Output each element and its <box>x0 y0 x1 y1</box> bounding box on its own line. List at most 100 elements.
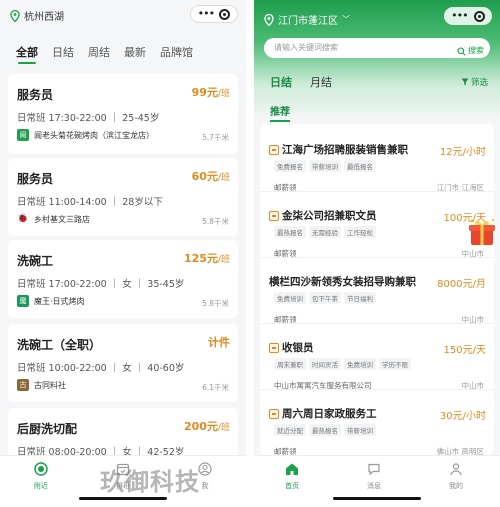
job-tags: 就近分配 最热报名 带薪培训 <box>274 424 376 436</box>
job-title-text: 横栏四沙新领秀女装招导购兼职 <box>269 276 416 288</box>
job-badge-icon <box>269 342 279 353</box>
job-item[interactable]: 收银员 150元/天 周末兼职 时间灵活 免费培训 学历不限 中山市寓寓汽车服务… <box>260 326 494 390</box>
job-schedule: 日常班 10:00-22:00 ｜ 女 ｜ 40-60岁 <box>17 363 185 374</box>
job-schedule: 日常班 11:00-14:00 ｜ 28岁以下 <box>17 197 163 208</box>
job-tag: 无需经验 <box>309 226 341 238</box>
job-tag: 免费报名 <box>274 160 306 172</box>
job-item[interactable]: 金柒公司招兼职文员 100元/天 最热报名 无需经验 工作轻松 邮薪领 中山市 <box>260 194 494 258</box>
job-pay: 30元/小时 <box>439 411 486 422</box>
job-item[interactable]: 江海广场招聘服装销售兼职 12元/小时 免费报名 带薪培训 最低报名 邮薪领 江… <box>260 128 494 192</box>
more-icon[interactable]: ••• <box>198 8 215 19</box>
tab-latest[interactable]: 最新 <box>124 44 146 60</box>
job-title: 服务员 <box>17 88 54 102</box>
location-selector[interactable]: 杭州西湖 <box>10 8 64 23</box>
job-tag: 时间灵活 <box>309 358 341 370</box>
shop-name: 古同料社 <box>34 380 66 390</box>
job-area: 江门市 江海区 <box>436 183 484 192</box>
more-icon[interactable]: ••• <box>451 10 468 21</box>
nav-label: 附近 <box>34 482 48 490</box>
job-pay: 150元/天 <box>443 345 486 356</box>
home-indicator[interactable] <box>333 497 421 500</box>
job-area: 中山市 <box>461 249 485 258</box>
chevron-down-icon: ﹀ <box>342 15 350 24</box>
nav-home[interactable]: 首页 <box>272 462 312 491</box>
job-item[interactable]: 横栏四沙新领秀女装招导购兼职 8000元/月 免费培训 包下午茶 节日福利 邮薪… <box>260 260 494 324</box>
job-salary: 200元/班 <box>184 418 230 434</box>
recommend-tab[interactable]: 推荐 <box>270 103 290 122</box>
tab-brand[interactable]: 品牌馆 <box>160 44 193 60</box>
profile-icon <box>198 462 212 476</box>
job-title: 洗碗工（全职） <box>17 338 102 352</box>
tab-daily-settle[interactable]: 日结 <box>270 74 292 90</box>
category-tabs: 全部 日结 周结 最新 品牌馆 <box>16 44 193 64</box>
close-mini-program-icon[interactable] <box>473 10 485 22</box>
mini-program-capsule[interactable]: ••• <box>190 5 238 23</box>
shop-info: 魔魔王·日式烤肉 <box>17 295 85 307</box>
close-mini-program-icon[interactable] <box>219 8 231 20</box>
job-badge-icon <box>269 144 279 155</box>
filter-button[interactable]: 筛选 <box>461 76 488 88</box>
tab-monthly-settle[interactable]: 月结 <box>310 74 332 90</box>
salary-amount: 200元 <box>183 420 218 433</box>
search-button-label: 搜索 <box>468 46 484 55</box>
job-salary: 99元/班 <box>192 84 230 100</box>
search-placeholder: 请输入关键词搜索 <box>274 43 338 52</box>
job-tags: 最热报名 无需经验 工作轻松 <box>274 226 376 238</box>
red-packet-gift-icon[interactable] <box>466 216 498 248</box>
job-title: 后厨洗切配 <box>17 422 78 436</box>
job-company: 中山市寓寓汽车服务有限公司 <box>274 381 372 390</box>
salary-amount: 计件 <box>208 336 230 349</box>
job-distance: 5.8千米 <box>202 217 229 226</box>
shop-info: 🐞 乡村基文三路店 <box>17 213 90 225</box>
settlement-tabs: 日结 月结 <box>270 74 332 90</box>
salary-unit: /班 <box>217 173 230 183</box>
job-tag: 周末兼职 <box>274 358 306 370</box>
job-tag: 免费培训 <box>344 358 376 370</box>
nav-label: 我的 <box>449 482 463 490</box>
job-company: 邮薪领 <box>274 183 297 192</box>
home-icon <box>286 463 298 475</box>
search-input[interactable]: 请输入关键词搜索 搜索 <box>264 38 490 58</box>
left-top-bar: 杭州西湖 ••• <box>0 0 246 38</box>
search-icon <box>457 46 466 56</box>
nav-mine[interactable]: 我的 <box>436 462 476 491</box>
job-title: 服务员 <box>17 172 54 186</box>
tab-daily[interactable]: 日结 <box>52 44 74 60</box>
city-selector[interactable]: 江门市蓬江区 ﹀ <box>264 12 350 27</box>
job-card[interactable]: 服务员 99元/班 日常班 17:30-22:00 ｜ 25-45岁 阆阆老头菊… <box>8 74 238 154</box>
nav-nearby[interactable]: 附近 <box>21 462 61 491</box>
job-tag: 免费培训 <box>274 292 306 304</box>
job-tag: 带薪培训 <box>309 160 341 172</box>
job-distance: 5.7千米 <box>202 133 229 142</box>
job-tag: 工作轻松 <box>344 226 376 238</box>
right-bottom-nav: 首页 消息 我的 <box>254 455 500 507</box>
shop-name: 阆老头菊花碗烤肉（滨江宝龙店） <box>34 130 154 140</box>
job-schedule: 日常班 17:30-22:00 ｜ 25-45岁 <box>17 113 160 124</box>
salary-unit: /班 <box>217 89 230 99</box>
job-company: 邮薪领 <box>274 315 297 324</box>
home-indicator[interactable] <box>79 497 167 500</box>
job-pay: 12元/小时 <box>439 147 486 158</box>
shop-logo: 魔 <box>17 295 29 307</box>
job-tag: 就近分配 <box>274 424 306 436</box>
tab-all[interactable]: 全部 <box>16 44 38 64</box>
search-button[interactable]: 搜索 <box>457 41 484 61</box>
right-phone-screen: 江门市蓬江区 ﹀ ••• 请输入关键词搜索 搜索 日结 月结 筛选 推荐 江海广… <box>254 0 500 507</box>
nav-label: 首页 <box>285 482 299 490</box>
nav-messages[interactable]: 消息 <box>354 462 394 491</box>
job-distance: 6.1千米 <box>202 383 229 392</box>
city-label: 江门市蓬江区 <box>278 16 338 27</box>
mini-program-capsule[interactable]: ••• <box>444 7 492 25</box>
job-tag: 学历不限 <box>379 358 411 370</box>
job-tag: 最热报名 <box>309 424 341 436</box>
job-item[interactable]: 周六周日家政服务工 30元/小时 就近分配 最热报名 带薪培训 邮薪领 佛山市 … <box>260 392 494 455</box>
job-card[interactable]: 洗碗工（全职） 计件 日常班 10:00-22:00 ｜ 女 ｜ 40-60岁 … <box>8 324 238 402</box>
job-badge-icon <box>269 210 279 221</box>
job-card[interactable]: 洗碗工 125元/班 日常班 17:00-22:00 ｜ 女 ｜ 35-45岁 … <box>8 240 238 318</box>
filter-icon <box>461 78 469 86</box>
job-company: 邮薪领 <box>274 447 297 455</box>
job-tags: 免费培训 包下午茶 节日福利 <box>274 292 376 304</box>
tab-weekly[interactable]: 周结 <box>88 44 110 60</box>
shop-name: 魔王·日式烤肉 <box>34 296 85 306</box>
job-card[interactable]: 服务员 60元/班 日常班 11:00-14:00 ｜ 28岁以下 🐞 乡村基文三… <box>8 158 238 236</box>
